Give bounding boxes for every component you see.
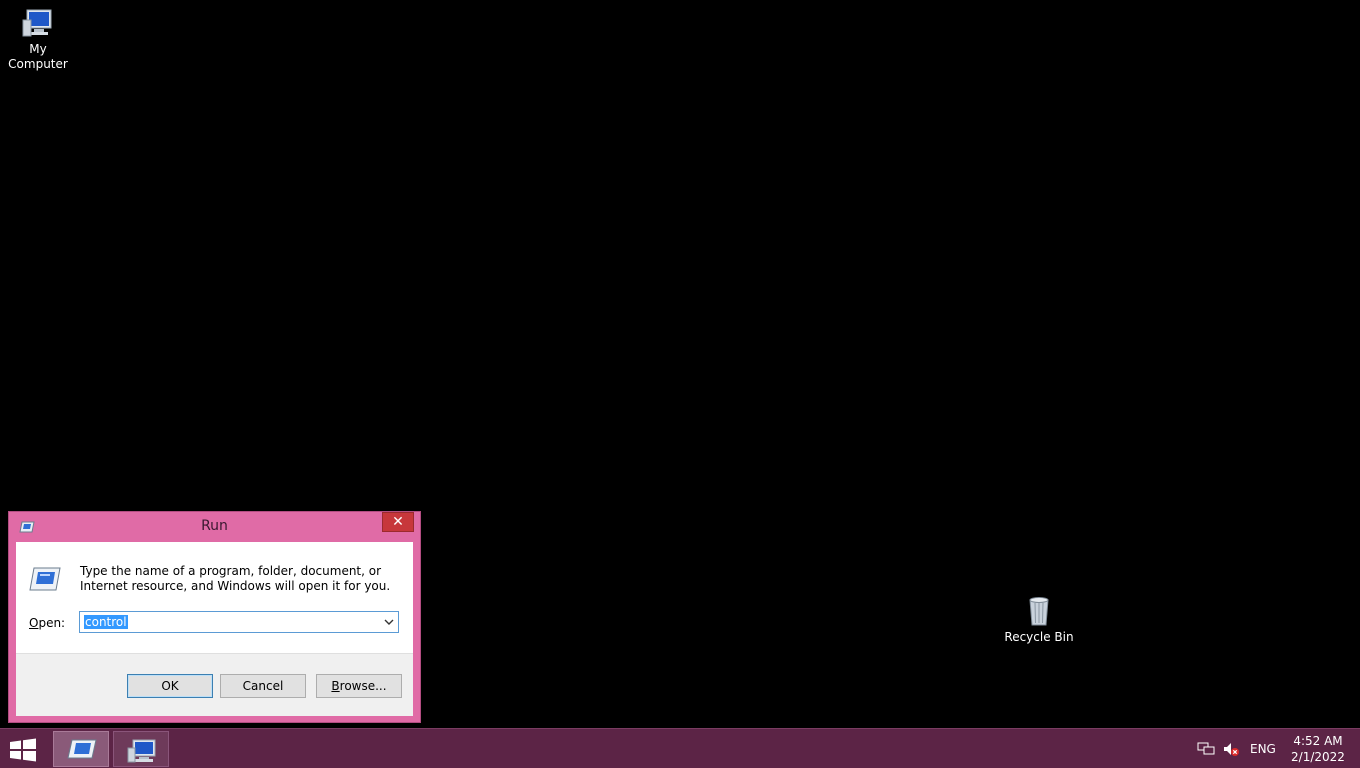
run-titlebar[interactable]: Run ✕ [9,512,420,542]
ok-button[interactable]: OK [127,674,213,698]
desktop-icon-my-computer[interactable]: My Computer [0,6,76,72]
recycle-bin-icon [1029,597,1049,626]
windows-start-icon[interactable] [8,738,38,762]
run-icon [67,739,97,759]
taskbar: ENG 4:52 AM 2/1/2022 [0,728,1360,768]
run-dialog-title: Run [201,518,228,534]
my-computer-label-line2: Computer [8,57,68,71]
run-description: Type the name of a program, folder, docu… [80,564,391,593]
taskbar-item-computer[interactable] [113,731,169,767]
run-dialog: Run ✕ Type the name of a program, folder… [8,511,421,723]
clock-date: 2/1/2022 [1291,750,1345,764]
language-indicator[interactable]: ENG [1250,742,1276,756]
browse-button[interactable]: Browse... [316,674,402,698]
run-dialog-body: Type the name of a program, folder, docu… [16,542,413,716]
open-combobox[interactable]: control [79,611,399,633]
clock[interactable]: 4:52 AM 2/1/2022 [1284,733,1352,765]
recycle-bin-label: Recycle Bin [1004,630,1074,644]
computer-icon [22,9,52,37]
network-icon[interactable] [1197,741,1215,757]
run-program-icon [29,567,61,591]
open-input-value[interactable]: control [84,615,128,629]
volume-muted-icon[interactable] [1222,741,1240,757]
clock-time: 4:52 AM [1293,734,1343,748]
chevron-down-icon[interactable] [382,614,396,630]
close-button[interactable]: ✕ [382,512,414,532]
taskbar-item-run[interactable] [53,731,109,767]
my-computer-label-line1: My [29,42,47,56]
cancel-button[interactable]: Cancel [220,674,306,698]
computer-icon [127,739,156,763]
open-label: Open: [29,616,66,630]
desktop-icon-recycle-bin[interactable]: Recycle Bin [1001,594,1077,645]
